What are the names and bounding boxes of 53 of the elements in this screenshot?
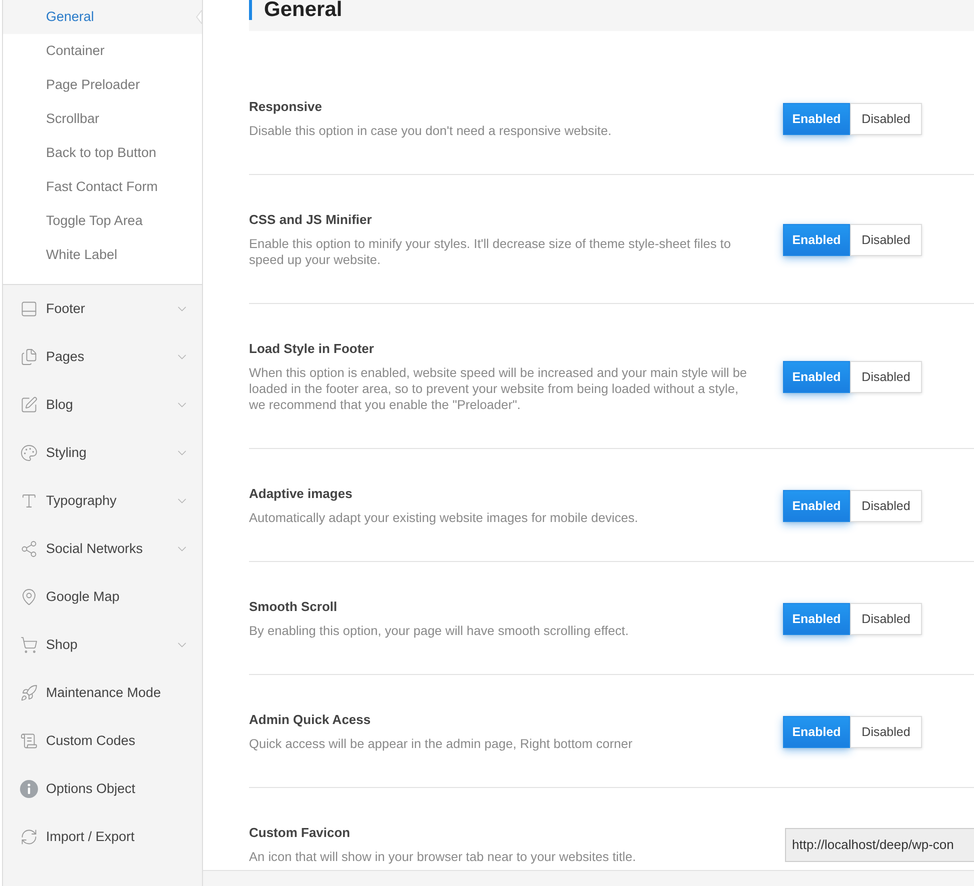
share-icon — [20, 540, 38, 558]
setting-description: Enable this option to minify your styles. It'll decrease size of theme style-sheet files to speed up your website. — [249, 236, 732, 268]
panel-bottom-icon — [20, 300, 38, 318]
setting-title: Admin Quick Acess — [249, 712, 372, 728]
url-field[interactable]: http://localhost/deep/wp-con — [785, 828, 974, 862]
edit-icon — [20, 396, 38, 414]
rocket-icon — [20, 684, 38, 702]
setting-description: Automatically adapt your existing website images for mobile devices. — [249, 510, 640, 526]
document-lines-icon — [20, 732, 38, 750]
toggle-option[interactable]: Disabled — [850, 361, 922, 393]
sidebar-item[interactable]: Blog — [20, 394, 74, 416]
toggle-option[interactable]: Enabled — [783, 224, 850, 256]
toggle-option[interactable]: Enabled — [783, 103, 850, 135]
toggle-option[interactable]: Enabled — [783, 490, 850, 522]
sidebar-item[interactable]: Google Map — [20, 586, 120, 608]
toggle-option[interactable]: Enabled — [783, 361, 850, 393]
toggle-option[interactable]: Enabled — [783, 603, 850, 635]
sidebar-item[interactable]: Footer — [20, 298, 86, 320]
toggle-option[interactable]: Disabled — [850, 490, 922, 522]
sidebar-item[interactable]: Import / Export — [20, 826, 135, 848]
info-icon — [20, 780, 38, 798]
setting-title: Responsive — [249, 99, 323, 115]
setting-description: Quick access will be appear in the admin page, Right bottom corner — [249, 736, 634, 752]
sidebar-item[interactable]: Options Object — [20, 778, 136, 800]
sidebar-item[interactable]: Shop — [20, 634, 78, 656]
palette-icon — [20, 444, 38, 462]
sidebar-item[interactable]: Pages — [20, 346, 84, 368]
documents-icon — [20, 348, 38, 366]
sidebar-item[interactable]: Custom Codes — [20, 730, 136, 752]
toggle-option[interactable]: Disabled — [850, 603, 922, 635]
setting-title: Load Style in Footer — [249, 341, 375, 357]
sidebar-item[interactable]: Styling — [20, 442, 87, 464]
toggle-option[interactable]: Disabled — [850, 224, 922, 256]
refresh-icon — [20, 828, 38, 846]
setting-title: Smooth Scroll — [249, 599, 338, 615]
setting-title: Custom Favicon — [249, 825, 352, 841]
setting-description: An icon that will show in your browser tab near to your websites title. — [249, 849, 637, 865]
setting-description: Disable this option in case you don't need a responsive website. — [249, 123, 612, 139]
text-icon — [20, 492, 38, 510]
cart-icon — [20, 636, 38, 654]
toggle-option[interactable]: Disabled — [850, 103, 922, 135]
setting-description: By enabling this option, your page will have smooth scrolling effect. — [249, 623, 630, 639]
toggle-option[interactable]: Enabled — [783, 716, 850, 748]
map-pin-icon — [20, 588, 38, 606]
setting-title: CSS and JS Minifier — [249, 212, 373, 228]
setting-title: Adaptive images — [249, 486, 354, 502]
sidebar-item[interactable]: Maintenance Mode — [20, 682, 161, 704]
toggle-option[interactable]: Disabled — [850, 716, 922, 748]
setting-description: When this option is enabled, website speed will be increased and your main style will be loaded in the footer area, so to prevent your website from being loaded without a style, we recommend that you enable the "Preloader". — [249, 365, 748, 413]
sidebar-item[interactable]: Social Networks — [20, 538, 143, 560]
submenu-item[interactable]: General — [3, 0, 202, 34]
sidebar-item[interactable]: Typography — [20, 490, 117, 512]
page-title: General — [249, 0, 342, 20]
